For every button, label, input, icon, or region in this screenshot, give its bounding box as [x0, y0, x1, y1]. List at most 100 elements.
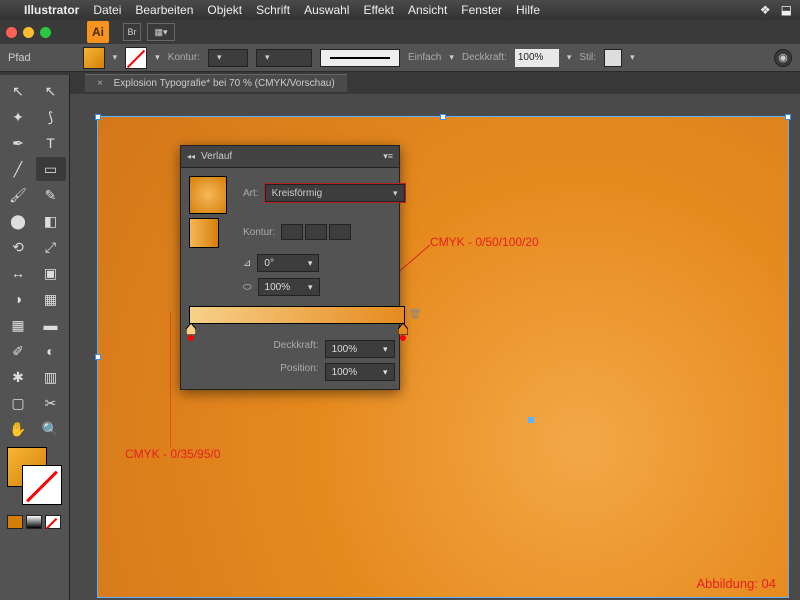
menu-schrift[interactable]: Schrift [256, 3, 290, 17]
menu-bearbeiten[interactable]: Bearbeiten [135, 3, 193, 17]
direct-selection-tool[interactable]: ↖ [36, 79, 66, 103]
traffic-lights [6, 27, 51, 38]
symbol-sprayer-tool[interactable]: ✱ [3, 365, 33, 389]
callout-left-stop: CMYK - 0/35/95/0 [125, 447, 220, 461]
line-tool[interactable]: ╱ [3, 157, 33, 181]
hand-tool[interactable]: ✋ [3, 417, 33, 441]
kontur-label: Kontur: [243, 227, 275, 238]
blend-tool[interactable]: ◐ [36, 339, 66, 363]
style-label: Stil: [579, 52, 596, 63]
stroke-across-button[interactable] [329, 224, 351, 240]
panel-collapse-icon[interactable]: ◂◂ [187, 152, 195, 161]
gradient-tool[interactable]: ▬ [36, 313, 66, 337]
menu-hilfe[interactable]: Hilfe [516, 3, 540, 17]
stroke-weight-dropdown[interactable] [208, 49, 248, 67]
pencil-tool[interactable]: ✎ [36, 183, 66, 207]
trash-icon[interactable]: 🗑 [409, 309, 422, 320]
pen-tool[interactable]: ✒ [3, 131, 33, 155]
none-mode-button[interactable] [45, 515, 61, 529]
kontur-label: Kontur: [168, 52, 200, 63]
zoom-window-button[interactable] [40, 27, 51, 38]
variable-width-dropdown[interactable] [256, 49, 312, 67]
callout-right-stop: CMYK - 0/50/100/20 [430, 235, 539, 249]
control-bar: Pfad ▾ ▾ Kontur: Einfach ▾ Deckkraft: ▾ … [0, 44, 800, 72]
opacity-field[interactable] [515, 49, 559, 67]
shape-builder-tool[interactable]: ◑ [3, 287, 33, 311]
app-icon: Ai [87, 21, 109, 43]
fill-swatch[interactable] [83, 47, 105, 69]
menu-auswahl[interactable]: Auswahl [304, 3, 349, 17]
gradient-type-value: Kreisförmig [272, 188, 323, 199]
menu-effekt[interactable]: Effekt [363, 3, 393, 17]
selection-handle[interactable] [95, 114, 101, 120]
gradient-fill-stroke[interactable] [189, 218, 219, 248]
mesh-tool[interactable]: ▦ [3, 313, 33, 337]
gradient-preview[interactable] [189, 176, 227, 214]
magic-wand-tool[interactable]: ✦ [3, 105, 33, 129]
gradient-type-dropdown[interactable]: Kreisförmig ▾ [265, 184, 405, 202]
brush-dropdown-icon[interactable]: ▾ [449, 52, 454, 63]
recolor-button[interactable]: ◉ [774, 49, 792, 67]
angle-field[interactable]: 0°▾ [257, 254, 319, 272]
stroke-dropdown-icon[interactable]: ▾ [155, 52, 160, 63]
selection-type-label: Pfad [8, 52, 31, 64]
stroke-along-button[interactable] [305, 224, 327, 240]
menu-objekt[interactable]: Objekt [207, 3, 242, 17]
document-tab[interactable]: × Explosion Typografie* bei 70 % (CMYK/V… [85, 74, 347, 92]
close-window-button[interactable] [6, 27, 17, 38]
menu-fenster[interactable]: Fenster [461, 3, 502, 17]
column-graph-tool[interactable]: ▥ [36, 365, 66, 389]
color-mode-button[interactable] [7, 515, 23, 529]
eraser-tool[interactable]: ◧ [36, 209, 66, 233]
selection-handle[interactable] [785, 114, 791, 120]
dropbox-icon[interactable]: ⬓ [781, 3, 792, 17]
selection-handle[interactable] [440, 114, 446, 120]
type-label: Art: [243, 188, 259, 199]
lasso-tool[interactable]: ⟆ [36, 105, 66, 129]
stop-position-field[interactable]: 100%▾ [325, 363, 395, 381]
stroke-color-box[interactable] [22, 465, 62, 505]
menu-datei[interactable]: Datei [93, 3, 121, 17]
zoom-tool[interactable]: 🔍 [36, 417, 66, 441]
minimize-window-button[interactable] [23, 27, 34, 38]
width-tool[interactable]: ↔ [3, 261, 33, 285]
menu-ansicht[interactable]: Ansicht [408, 3, 447, 17]
artboard-tool[interactable]: ▢ [3, 391, 33, 415]
rectangle-tool[interactable]: ▭ [36, 157, 66, 181]
gradient-stop-right[interactable] [398, 323, 408, 333]
style-dropdown-icon[interactable]: ▾ [630, 52, 635, 63]
stop-opacity-label: Deckkraft: [249, 340, 319, 358]
type-tool[interactable]: T [36, 131, 66, 155]
arrange-docs-button[interactable]: ▦▾ [147, 23, 175, 41]
paintbrush-tool[interactable]: 🖌 [3, 183, 33, 207]
gradient-panel: ◂◂ Verlauf ▾≡ Art: Kreisförmig ▾ Kontur:… [180, 145, 400, 390]
center-handle[interactable] [528, 417, 534, 423]
brush-definition[interactable] [320, 49, 400, 67]
tab-close-icon[interactable]: × [97, 78, 103, 89]
blob-brush-tool[interactable]: ⬤ [3, 209, 33, 233]
menu-app[interactable]: Illustrator [24, 3, 79, 17]
evernote-icon[interactable]: ❖ [760, 3, 771, 17]
gradient-mode-button[interactable] [26, 515, 42, 529]
bridge-button[interactable]: Br [123, 23, 141, 41]
stroke-within-button[interactable] [281, 224, 303, 240]
opacity-dropdown-icon[interactable]: ▾ [567, 52, 572, 63]
stop-opacity-field[interactable]: 100%▾ [325, 340, 395, 358]
opacity-label: Deckkraft: [462, 52, 507, 63]
free-transform-tool[interactable]: ▣ [36, 261, 66, 285]
selection-handle[interactable] [95, 354, 101, 360]
slice-tool[interactable]: ✂ [36, 391, 66, 415]
rotate-tool[interactable]: ⟲ [3, 235, 33, 259]
selection-tool[interactable]: ↖ [3, 79, 33, 103]
scale-tool[interactable]: ⤢ [36, 235, 66, 259]
eyedropper-tool[interactable]: ✐ [3, 339, 33, 363]
perspective-tool[interactable]: ▦ [36, 287, 66, 311]
gradient-slider[interactable]: 🗑 [189, 306, 405, 324]
panel-menu-icon[interactable]: ▾≡ [383, 151, 393, 162]
style-swatch[interactable] [604, 49, 622, 67]
fill-dropdown-icon[interactable]: ▾ [113, 52, 118, 63]
gradient-stop-left[interactable] [186, 323, 196, 333]
aspect-field[interactable]: 100%▾ [258, 278, 320, 296]
stroke-swatch[interactable] [125, 47, 147, 69]
annotation-pin [188, 335, 194, 341]
